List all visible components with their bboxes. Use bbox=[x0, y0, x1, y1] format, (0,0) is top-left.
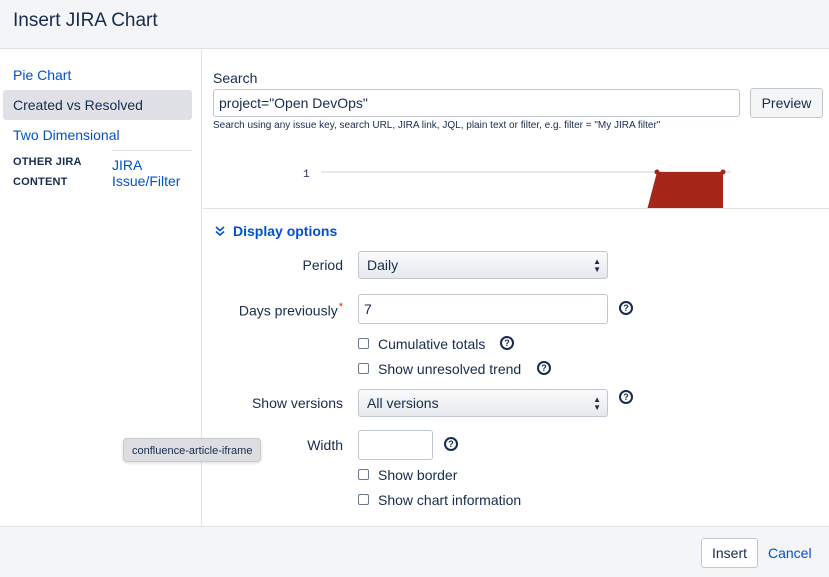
cumulative-totals-label: Cumulative totals bbox=[378, 336, 486, 352]
dialog-title: Insert JIRA Chart bbox=[13, 10, 158, 31]
preview-button[interactable]: Preview bbox=[750, 88, 823, 118]
show-chart-information-checkbox[interactable] bbox=[358, 494, 369, 505]
show-unresolved-trend-label: Show unresolved trend bbox=[378, 361, 522, 377]
sidebar-item-jira-issue-filter[interactable]: JIRA Issue/Filter bbox=[112, 157, 192, 189]
search-input[interactable] bbox=[213, 89, 740, 117]
sidebar-item-created-vs-resolved[interactable]: Created vs Resolved bbox=[3, 90, 192, 120]
sidebar-divider bbox=[112, 150, 192, 151]
days-previously-label-text: Days previously bbox=[238, 302, 338, 319]
period-select-value: Daily bbox=[367, 257, 399, 273]
chart-point bbox=[720, 169, 726, 175]
show-chart-information-label: Show chart information bbox=[378, 492, 522, 508]
days-previously-label: Days previously* bbox=[205, 301, 343, 319]
days-previously-input[interactable] bbox=[358, 294, 608, 324]
select-arrows-icon: ▲ ▼ bbox=[593, 257, 601, 274]
chart-y-tick-label: 1 bbox=[303, 169, 310, 181]
double-chevron-down-icon bbox=[215, 225, 227, 239]
required-marker: * bbox=[338, 301, 343, 313]
show-versions-label: Show versions bbox=[251, 395, 343, 411]
show-border-label: Show border bbox=[378, 467, 458, 483]
show-versions-select[interactable]: All versions ▲ ▼ bbox=[358, 389, 608, 417]
display-options-panel: Display options Period Daily ▲ ▼ Days pre… bbox=[203, 210, 829, 526]
help-icon[interactable]: ? bbox=[537, 361, 551, 375]
iframe-tooltip: confluence-article-iframe bbox=[123, 438, 262, 462]
show-versions-select-value: All versions bbox=[367, 395, 439, 411]
show-unresolved-trend-checkbox[interactable] bbox=[358, 363, 369, 374]
help-icon[interactable]: ? bbox=[619, 301, 633, 315]
width-input[interactable] bbox=[358, 430, 433, 460]
search-panel: Search Preview Search using any issue ke… bbox=[203, 50, 829, 209]
chart-point bbox=[654, 169, 660, 175]
period-label: Period bbox=[302, 257, 343, 273]
display-options-toggle[interactable]: Display options bbox=[215, 223, 337, 239]
other-content-heading: OTHER JIRA CONTENT bbox=[13, 156, 82, 188]
dialog-header: Insert JIRA Chart bbox=[0, 0, 829, 49]
help-icon[interactable]: ? bbox=[500, 336, 514, 350]
insert-button[interactable]: Insert bbox=[701, 538, 758, 568]
help-icon[interactable]: ? bbox=[619, 390, 633, 404]
sidebar-item-pie-chart[interactable]: Pie Chart bbox=[3, 60, 192, 90]
show-border-checkbox[interactable] bbox=[358, 469, 369, 480]
dialog-footer: Insert Cancel bbox=[0, 526, 829, 577]
help-icon[interactable]: ? bbox=[444, 437, 458, 451]
period-select[interactable]: Daily ▲ ▼ bbox=[358, 251, 608, 279]
search-help-text: Search using any issue key, search URL, … bbox=[213, 120, 661, 131]
chart-area-mark bbox=[647, 172, 723, 208]
select-arrows-icon: ▲ ▼ bbox=[593, 395, 601, 412]
display-options-label: Display options bbox=[233, 223, 338, 239]
search-label: Search bbox=[213, 70, 258, 86]
cumulative-totals-checkbox[interactable] bbox=[358, 338, 369, 349]
preview-chart: 1 bbox=[303, 169, 731, 208]
sidebar-item-two-dimensional[interactable]: Two Dimensional bbox=[3, 120, 192, 150]
cancel-button[interactable]: Cancel bbox=[768, 545, 812, 561]
